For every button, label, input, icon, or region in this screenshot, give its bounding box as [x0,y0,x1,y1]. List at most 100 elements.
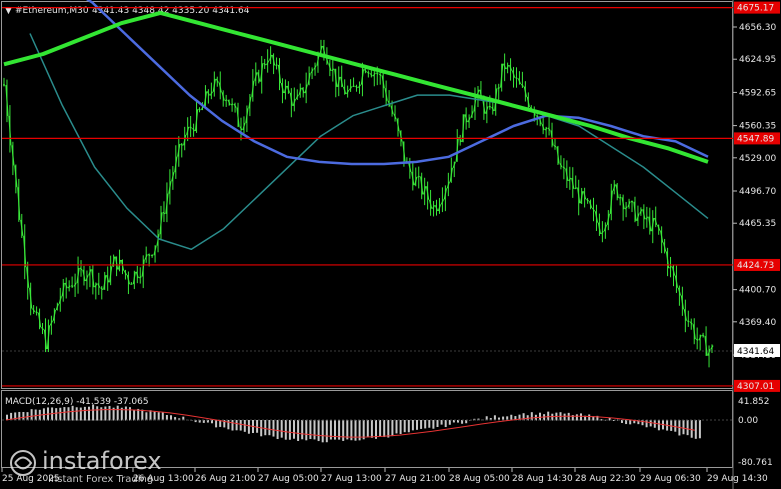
macd-bar [362,420,365,440]
macd-bar [366,420,369,438]
macd-tick-zero: 0.00 [738,416,758,426]
price-tick-label: 4465.35 [739,219,776,229]
price-tick-label: 4624.95 [739,55,776,65]
macd-bar [301,420,304,440]
macd-bar [276,420,279,440]
macd-bar [416,420,418,430]
macd-bar [407,420,410,433]
candle-body [198,108,201,111]
price-tick-label: 4656.30 [739,23,776,33]
macd-bar [280,420,283,438]
macd-bar [22,411,25,421]
macd-bar [411,420,414,431]
price-tick-label: 4496.70 [739,187,776,197]
candle-body [70,285,74,287]
time-axis-label: 26 Aug 21:00 [195,474,256,484]
macd-bar [395,420,398,434]
macd-bar [370,420,373,438]
macd-bar [104,406,107,421]
macd-bar [124,406,127,421]
macd-tick-top: 41.852 [738,397,770,407]
price-tick-label: 4560.35 [739,122,776,132]
time-axis-label: 27 Aug 21:00 [385,474,446,484]
macd-bar [71,405,74,421]
macd-bar [96,406,99,421]
current-price-label: 4341.64 [737,347,774,357]
macd-bar [235,420,238,431]
macd-bar [157,412,160,421]
macd-bar [686,420,689,436]
macd-bar [317,420,320,442]
macd-bar [256,420,259,433]
candle-body [224,99,228,102]
level-label: 4547.89 [737,134,774,144]
price-tick-label: 4369.40 [739,318,776,328]
candle-body [497,87,500,90]
macd-bar [379,420,382,437]
time-axis-label: 28 Aug 22:30 [575,474,636,484]
macd-bar [305,420,308,441]
macd-bar [580,413,582,421]
level-label: 4675.17 [737,4,774,14]
level-label: 4307.01 [737,382,774,392]
macd-bar [55,408,58,421]
macd-bar [588,414,591,421]
macd-bar [116,405,119,421]
macd-bar [342,420,345,441]
candle-body [35,311,38,314]
macd-bar [133,410,136,421]
macd-bar [88,406,90,421]
macd-bar [18,411,21,421]
macd-bar [428,420,431,428]
macd-bar [108,405,111,421]
macd-bar [682,420,685,435]
macd-bar [403,420,406,433]
macd-bar [461,420,464,424]
macd-bar [231,420,234,431]
macd-bar [67,407,70,421]
macd-bar [547,411,550,421]
macd-bar [436,420,439,428]
candle-body [618,196,622,199]
macd-bar [690,420,693,438]
candle-body [417,175,420,178]
macd-bar [375,420,377,439]
macd-bar [313,420,316,440]
time-axis-label: 29 Aug 14:30 [707,474,768,484]
macd-bar [14,412,17,421]
macd-bar [30,409,33,421]
macd-bar [239,420,242,431]
macd-bar [440,420,443,425]
macd-bar [272,420,275,437]
macd-bar [293,420,295,439]
watermark-brand: instaforex [42,447,162,475]
macd-bar [657,420,660,431]
macd-bar [391,420,394,437]
macd-bar [420,420,423,429]
macd-bar [698,420,701,439]
macd-bar [92,404,95,421]
candle-body [515,77,518,80]
macd-bar [629,420,632,425]
macd-bar [399,420,402,435]
macd-bar [284,420,287,440]
time-axis-label: 28 Aug 05:00 [449,474,510,484]
macd-bar [641,420,644,426]
macd-bar [243,420,246,432]
macd-bar [141,409,144,421]
macd-bar [59,407,62,421]
macd-bar [424,420,427,429]
macd-bar [161,412,164,421]
macd-bar [674,420,677,432]
macd-bar [530,412,533,421]
macd-bar [79,407,82,421]
macd-bar [444,420,447,428]
macd-bar [153,411,156,421]
price-tick-label: 4400.70 [739,286,776,296]
trading-chart[interactable]: ▼ #Ethereum,M30 4341.43 4348.42 4335.20 … [0,0,781,489]
time-axis-label: 28 Aug 14:30 [512,474,573,484]
macd-bar [34,409,37,421]
price-tick-label: 4529.00 [739,154,776,164]
macd-title: MACD(12,26,9) -41.539 -37.065 [5,397,149,407]
macd-bar [247,420,250,434]
